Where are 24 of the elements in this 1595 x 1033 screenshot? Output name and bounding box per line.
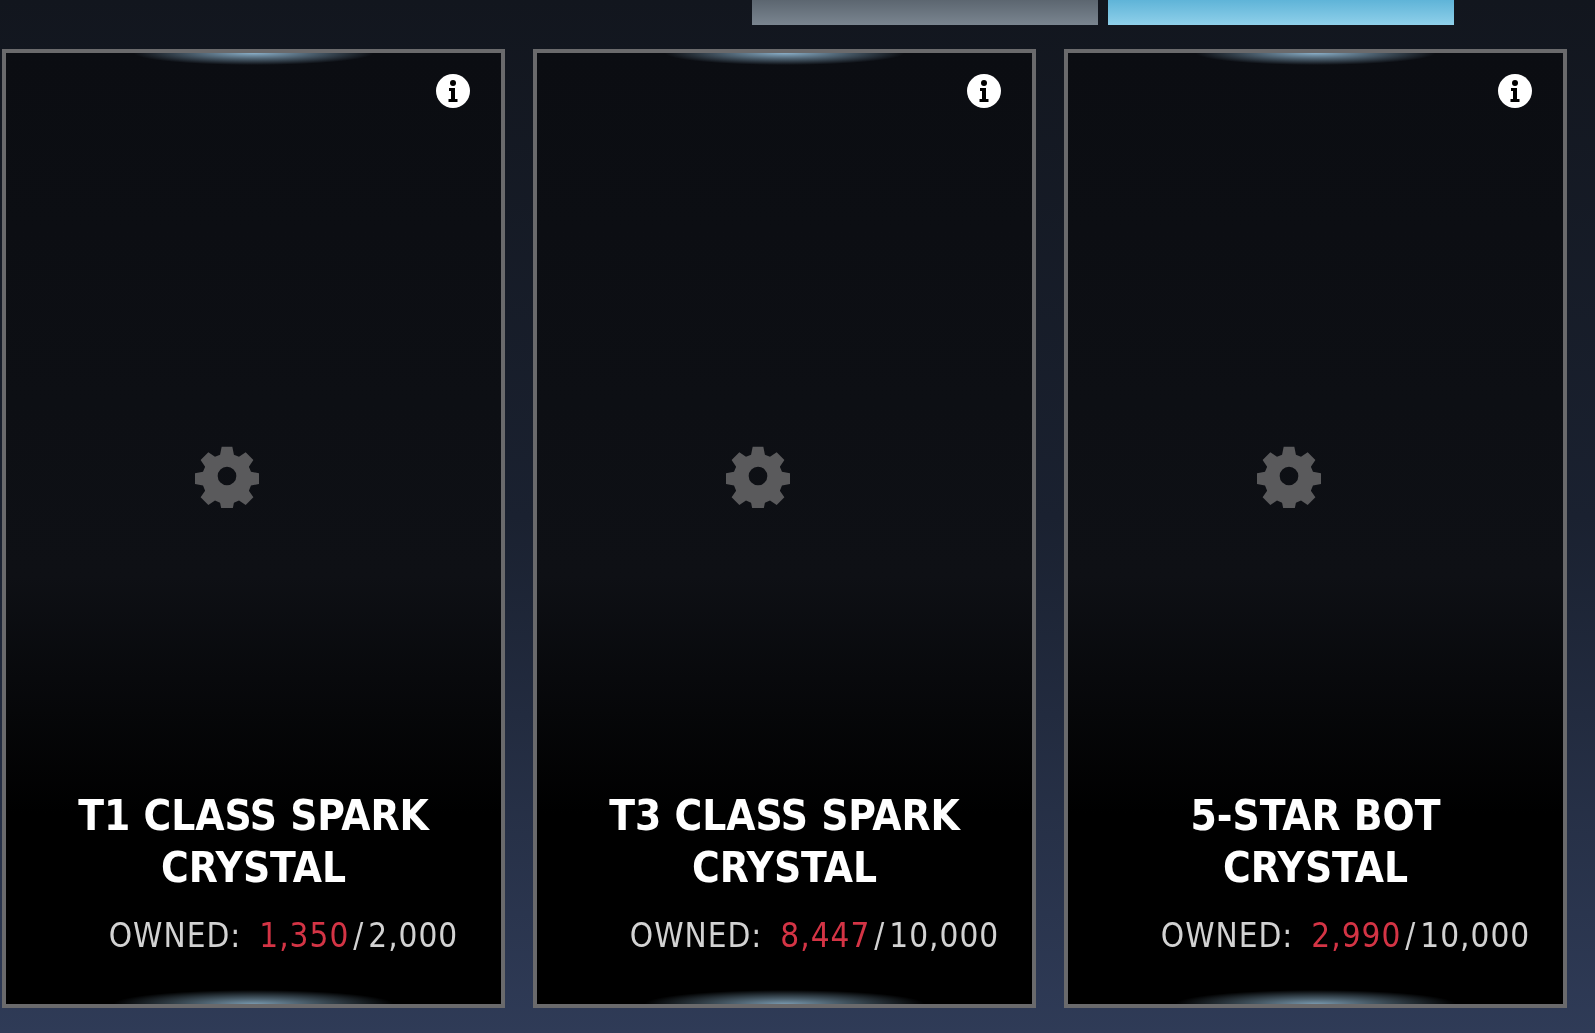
info-icon[interactable]: [435, 73, 471, 109]
owned-count: 1,350: [259, 916, 350, 955]
required-count: 10,000: [1420, 916, 1531, 955]
owned-label: OWNED:: [108, 916, 242, 955]
gear-icon: [194, 444, 259, 508]
gear-icon: [1256, 444, 1321, 508]
item-card[interactable]: T1 CLASS SPARK CRYSTAL OWNED: 1,350/2,000: [2, 49, 505, 1008]
owned-label: OWNED:: [1160, 916, 1294, 955]
owned-count: 8,447: [780, 916, 871, 955]
required-count: 10,000: [889, 916, 1000, 955]
separator: /: [353, 916, 365, 955]
separator: /: [874, 916, 886, 955]
separator: /: [1405, 916, 1417, 955]
item-card[interactable]: T3 CLASS SPARK CRYSTAL OWNED: 8,447/10,000: [533, 49, 1036, 1008]
info-icon[interactable]: [1497, 73, 1533, 109]
item-card[interactable]: 5-STAR BOT CRYSTAL OWNED: 2,990/10,000: [1064, 49, 1567, 1008]
item-title: 5-STAR BOT CRYSTAL: [1189, 790, 1442, 894]
owned-count: 2,990: [1311, 916, 1402, 955]
item-title: T3 CLASS SPARK CRYSTAL: [608, 790, 962, 894]
info-icon[interactable]: [966, 73, 1002, 109]
gear-icon: [725, 444, 790, 508]
owned-label: OWNED:: [629, 916, 763, 955]
item-title: T1 CLASS SPARK CRYSTAL: [77, 790, 431, 894]
required-count: 2,000: [368, 916, 459, 955]
